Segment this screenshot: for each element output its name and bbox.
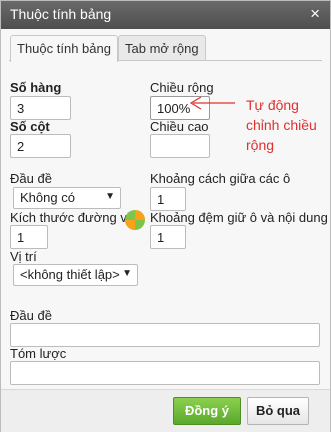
rows-input[interactable] xyxy=(10,96,71,120)
annotation-line: chỉnh chiều xyxy=(246,117,317,133)
border-input[interactable] xyxy=(10,225,48,249)
align-select-value: <không thiết lập> xyxy=(20,267,120,282)
header-label: Đầu đề xyxy=(10,171,52,186)
dialog-titlebar[interactable]: Thuộc tính bảng × xyxy=(1,1,330,29)
tab-label: Tab mở rộng xyxy=(125,41,199,56)
annotation-line: rộng xyxy=(246,137,275,153)
cell-spacing-label: Khoảng cách giữa các ô xyxy=(150,171,291,186)
cancel-button[interactable]: Bỏ qua xyxy=(247,397,309,425)
align-select[interactable]: <không thiết lập> ▼ xyxy=(13,264,138,286)
tab-table-properties[interactable]: Thuộc tính bảng xyxy=(10,35,118,62)
chevron-down-icon: ▼ xyxy=(122,268,132,279)
annotation-line: Tự động xyxy=(246,97,299,113)
dialog-footer: Đồng ý Bỏ qua xyxy=(1,389,330,432)
rows-label: Số hàng xyxy=(10,80,62,95)
caption-label: Đầu đề xyxy=(10,308,52,323)
border-label: Kích thước đường vi xyxy=(10,210,130,225)
height-input[interactable] xyxy=(150,134,210,158)
cell-padding-label: Khoảng đệm giữ ô và nội dung xyxy=(150,210,328,225)
cell-spacing-input[interactable] xyxy=(150,187,186,211)
align-label: Vị trí xyxy=(10,249,37,264)
cell-padding-input[interactable] xyxy=(150,225,186,249)
annotation-note: Tự động chỉnh chiều rộng xyxy=(246,95,317,155)
summary-label: Tóm lược xyxy=(10,346,67,361)
table-properties-dialog: Thuộc tính bảng × Thuộc tính bảng Tab mở… xyxy=(0,0,331,432)
cols-label: Số cột xyxy=(10,119,50,134)
tab-label: Thuộc tính bảng xyxy=(17,41,111,56)
height-label: Chiều cao xyxy=(150,119,209,134)
cols-input[interactable] xyxy=(10,134,71,158)
close-icon[interactable]: × xyxy=(310,4,320,24)
header-select[interactable]: Không có ▼ xyxy=(13,187,121,209)
summary-input[interactable] xyxy=(10,361,320,385)
header-select-value: Không có xyxy=(20,190,75,205)
chevron-down-icon: ▼ xyxy=(105,191,115,202)
tab-advanced[interactable]: Tab mở rộng xyxy=(118,35,206,61)
arrow-icon xyxy=(189,96,235,110)
ok-button[interactable]: Đồng ý xyxy=(173,397,241,425)
caption-input[interactable] xyxy=(10,323,320,347)
dialog-title: Thuộc tính bảng xyxy=(10,6,112,22)
watermark-logo-icon xyxy=(125,210,145,230)
